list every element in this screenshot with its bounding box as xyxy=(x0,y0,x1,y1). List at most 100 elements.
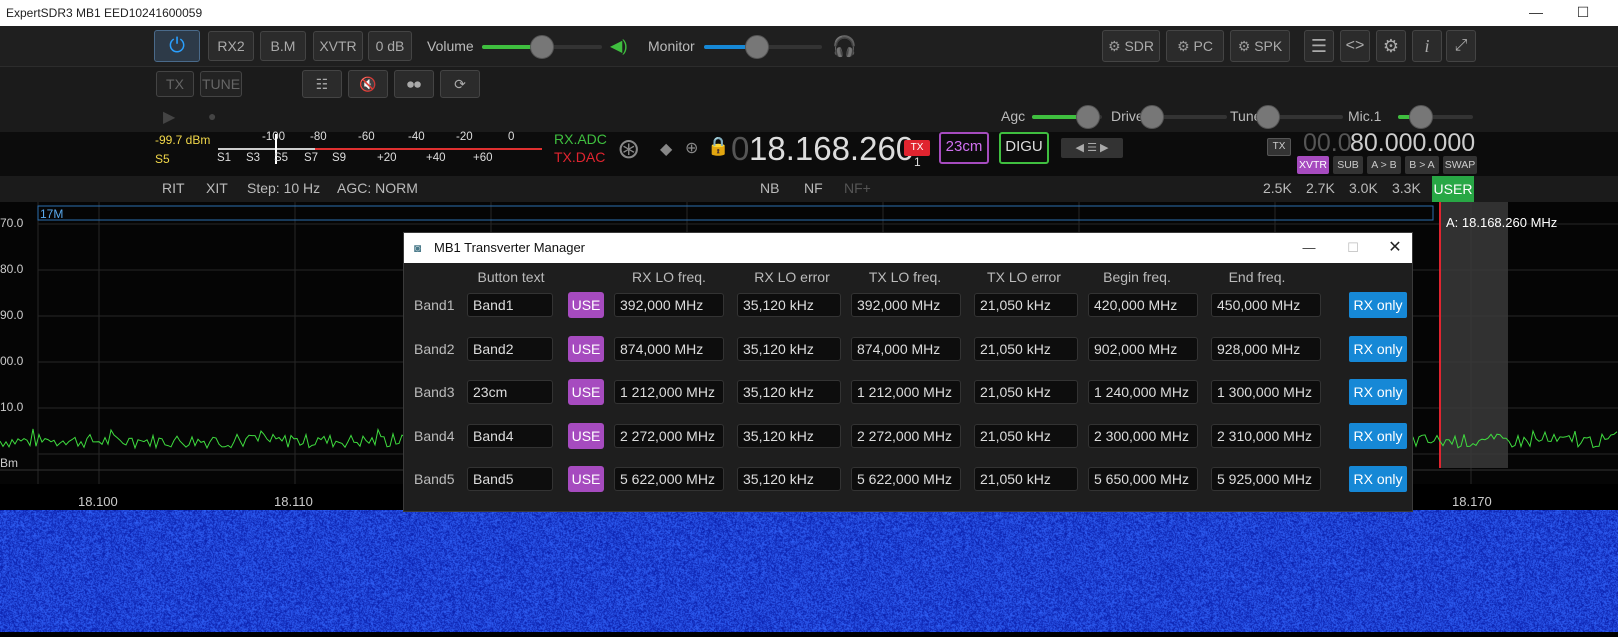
use-button[interactable]: USE xyxy=(568,379,604,405)
agc-slider[interactable] xyxy=(1032,105,1102,129)
attenuator-button[interactable]: 0 dB xyxy=(368,31,412,61)
record-dot-icon[interactable]: ● xyxy=(208,108,216,124)
field-begin[interactable]: 420,000 MHz xyxy=(1088,293,1198,317)
use-button[interactable]: USE xyxy=(568,335,604,362)
filter-2-7k-button[interactable]: 2.7K xyxy=(1306,180,1335,196)
chevron-right-icon[interactable]: ▶ xyxy=(1097,142,1108,154)
rx-only-button[interactable]: RX only xyxy=(1349,335,1407,362)
filter-2-5k-button[interactable]: 2.5K xyxy=(1263,180,1292,196)
field-txlo[interactable]: 2 272,000 MHz xyxy=(851,423,961,448)
minimize-button[interactable]: — xyxy=(1513,0,1559,26)
dialog-close-button[interactable]: ✕ xyxy=(1380,233,1410,263)
field-end[interactable]: 2 310,000 MHz xyxy=(1211,423,1321,448)
filter-3-0k-button[interactable]: 3.0K xyxy=(1349,180,1378,196)
power-button[interactable]: ⏻ xyxy=(154,30,200,62)
pc-audio-button[interactable]: ⚙ PC xyxy=(1166,30,1224,62)
xvtr-sub-button[interactable]: XVTR xyxy=(1297,156,1329,174)
lock-icon[interactable]: 🔒 xyxy=(707,136,729,157)
xvtr-button[interactable]: XVTR xyxy=(313,31,363,61)
rx2-button[interactable]: RX2 xyxy=(208,31,254,61)
field-end[interactable]: 450,000 MHz xyxy=(1211,293,1321,317)
rx-only-button[interactable]: RX only xyxy=(1349,466,1407,492)
tx-button[interactable]: TX xyxy=(156,71,194,97)
field-txerr[interactable]: 21,050 kHz xyxy=(974,380,1078,404)
maximize-button[interactable]: ☐ xyxy=(1560,0,1606,26)
field-text[interactable]: Band5 xyxy=(467,467,553,491)
vfo-a-frequency[interactable]: 18.168.260 xyxy=(749,130,914,168)
field-txlo[interactable]: 874,000 MHz xyxy=(851,336,961,361)
field-rxlo[interactable]: 874,000 MHz xyxy=(614,336,724,361)
use-button[interactable]: USE xyxy=(568,292,604,318)
field-txerr[interactable]: 21,050 kHz xyxy=(974,423,1078,448)
filter-user-button[interactable]: USER xyxy=(1432,176,1474,202)
field-txerr[interactable]: 21,050 kHz xyxy=(974,336,1078,361)
list-icon[interactable]: ☰ xyxy=(1304,30,1334,62)
field-text[interactable]: Band4 xyxy=(467,423,553,448)
field-rxerr[interactable]: 35,120 kHz xyxy=(737,293,841,317)
mic-slider[interactable] xyxy=(1398,105,1473,129)
field-txlo[interactable]: 5 622,000 MHz xyxy=(851,467,961,491)
dialog-minimize-button[interactable]: — xyxy=(1294,233,1324,263)
field-rxlo[interactable]: 392,000 MHz xyxy=(614,293,724,317)
code-icon[interactable]: <> xyxy=(1340,30,1370,62)
chevron-left-icon[interactable]: ◀ xyxy=(1076,142,1088,154)
field-begin[interactable]: 902,000 MHz xyxy=(1088,336,1198,361)
rx-only-button[interactable]: RX only xyxy=(1349,379,1407,405)
field-txlo[interactable]: 392,000 MHz xyxy=(851,293,961,317)
agc-mode-selector[interactable]: AGC: NORM xyxy=(337,180,418,196)
field-txerr[interactable]: 21,050 kHz xyxy=(974,293,1078,317)
speaker-icon[interactable]: ◀) xyxy=(610,36,628,56)
a-to-b-button[interactable]: A > B xyxy=(1367,156,1401,174)
monitor-slider[interactable] xyxy=(704,35,822,59)
vfo-b-frequency[interactable]: 80.000.000 xyxy=(1350,129,1475,158)
field-rxerr[interactable]: 35,120 kHz xyxy=(737,467,841,491)
spk-audio-button[interactable]: ⚙ SPK xyxy=(1230,30,1290,62)
fullscreen-icon[interactable]: ⤢ xyxy=(1446,30,1476,62)
nb-button[interactable]: NB xyxy=(760,180,779,196)
field-begin[interactable]: 5 650,000 MHz xyxy=(1088,467,1198,491)
field-text[interactable]: 23cm xyxy=(467,380,553,404)
xit-button[interactable]: XIT xyxy=(206,180,228,196)
info-icon[interactable]: i xyxy=(1412,30,1442,62)
tuning-knob-icon[interactable]: ⊛ xyxy=(617,132,640,165)
waterfall-panel[interactable] xyxy=(0,510,1618,632)
gear-icon[interactable]: ⚙ xyxy=(1376,30,1406,62)
nf-plus-button[interactable]: NF+ xyxy=(844,180,871,196)
field-rxlo[interactable]: 2 272,000 MHz xyxy=(614,423,724,448)
field-rxerr[interactable]: 35,120 kHz xyxy=(737,336,841,361)
dialog-titlebar[interactable]: ◙ MB1 Transverter Manager — ☐ ✕ xyxy=(404,233,1412,263)
band-button[interactable]: 23cm xyxy=(939,132,989,164)
swap-button[interactable]: SWAP xyxy=(1443,156,1477,174)
sub-button[interactable]: SUB xyxy=(1333,156,1363,174)
bm-button[interactable]: B.M xyxy=(260,31,306,61)
field-rxerr[interactable]: 35,120 kHz xyxy=(737,380,841,404)
nf-button[interactable]: NF xyxy=(804,180,823,196)
drive-slider[interactable] xyxy=(1140,105,1227,129)
field-end[interactable]: 5 925,000 MHz xyxy=(1211,467,1321,491)
menu-icon[interactable]: ☰ xyxy=(1087,142,1097,154)
dialog-maximize-button[interactable]: ☐ xyxy=(1338,233,1368,263)
headphones-icon[interactable]: 🎧 xyxy=(832,34,857,59)
play-icon[interactable]: ▶ xyxy=(163,107,175,127)
field-end[interactable]: 928,000 MHz xyxy=(1211,336,1321,361)
field-begin[interactable]: 2 300,000 MHz xyxy=(1088,423,1198,448)
rx-only-button[interactable]: RX only xyxy=(1349,422,1407,449)
vfo-b-tx-button[interactable]: TX xyxy=(1267,138,1291,156)
field-end[interactable]: 1 300,000 MHz xyxy=(1211,380,1321,404)
volume-slider[interactable] xyxy=(482,35,602,59)
use-button[interactable]: USE xyxy=(568,466,604,492)
tune-button[interactable]: TUNE xyxy=(200,71,242,97)
mode-button[interactable]: DIGU xyxy=(999,132,1049,164)
field-txerr[interactable]: 21,050 kHz xyxy=(974,467,1078,491)
filter-3-3k-button[interactable]: 3.3K xyxy=(1392,180,1421,196)
field-rxerr[interactable]: 35,120 kHz xyxy=(737,423,841,448)
field-txlo[interactable]: 1 212,000 MHz xyxy=(851,380,961,404)
tune-slider[interactable] xyxy=(1256,105,1343,129)
eraser-icon[interactable]: ◆ xyxy=(660,139,672,159)
rx-only-button[interactable]: RX only xyxy=(1349,292,1407,318)
field-begin[interactable]: 1 240,000 MHz xyxy=(1088,380,1198,404)
field-text[interactable]: Band2 xyxy=(467,336,553,361)
record-icon[interactable]: ⏺⏺ xyxy=(394,70,434,98)
sdr-audio-button[interactable]: ⚙ SDR xyxy=(1102,30,1160,62)
field-rxlo[interactable]: 5 622,000 MHz xyxy=(614,467,724,491)
